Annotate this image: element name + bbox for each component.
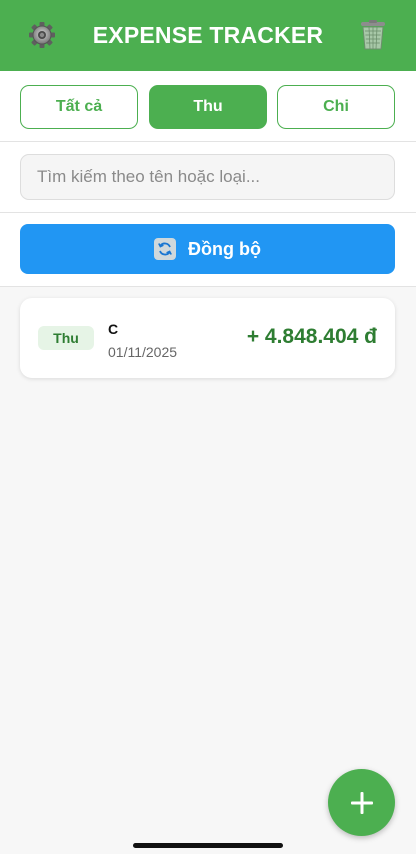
add-transaction-button[interactable] bbox=[328, 769, 395, 836]
delete-all-button[interactable] bbox=[358, 19, 388, 51]
refresh-icon bbox=[154, 238, 176, 260]
transaction-card[interactable]: Thu C 01/11/2025 + 4.848.404 đ bbox=[20, 298, 395, 378]
filter-tabs: Tất cả Thu Chi bbox=[0, 71, 416, 142]
search-section bbox=[0, 142, 416, 213]
transaction-name: C bbox=[108, 321, 119, 337]
app-header: EXPENSE TRACKER bbox=[0, 0, 416, 71]
sync-section: Đồng bộ bbox=[0, 213, 416, 287]
transaction-amount: + 4.848.404 đ bbox=[246, 325, 377, 348]
settings-button[interactable] bbox=[27, 19, 57, 51]
transaction-date: 01/11/2025 bbox=[108, 344, 178, 360]
sync-label: Đồng bộ bbox=[188, 238, 261, 259]
app-title: EXPENSE TRACKER bbox=[92, 22, 324, 48]
tab-income[interactable]: Thu bbox=[149, 85, 267, 129]
search-input[interactable] bbox=[20, 154, 395, 200]
gear-icon bbox=[29, 22, 55, 48]
transaction-type-badge: Thu bbox=[38, 326, 94, 350]
trash-icon bbox=[361, 20, 385, 50]
sync-button[interactable]: Đồng bộ bbox=[20, 224, 395, 274]
app-screen: EXPENSE TRACKER Tất cả Thu Chi Tìm kiếm … bbox=[0, 0, 416, 854]
tab-all[interactable]: Tất cả bbox=[20, 85, 138, 129]
tab-expense[interactable]: Chi bbox=[277, 85, 395, 129]
plus-icon bbox=[350, 791, 373, 814]
home-indicator bbox=[133, 843, 283, 848]
